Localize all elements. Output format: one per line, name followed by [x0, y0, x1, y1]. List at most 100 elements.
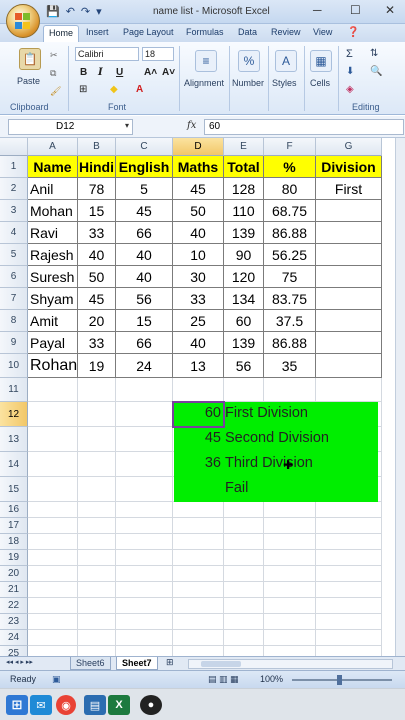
table-cell[interactable]: 30 — [173, 266, 224, 288]
cell[interactable] — [116, 502, 173, 518]
cell[interactable] — [224, 566, 264, 582]
criteria-label[interactable]: Second Division — [225, 430, 329, 446]
cell[interactable] — [316, 550, 382, 566]
row-header-5[interactable]: 5 — [0, 244, 28, 266]
table-cell[interactable] — [316, 332, 382, 354]
table-cell[interactable]: 25 — [173, 310, 224, 332]
cell[interactable] — [28, 427, 78, 452]
column-header-g[interactable]: G — [316, 138, 382, 156]
chrome-icon[interactable]: ◉ — [56, 695, 76, 715]
cell[interactable] — [316, 502, 382, 518]
cell[interactable] — [116, 402, 173, 427]
cell[interactable] — [264, 582, 316, 598]
table-cell[interactable]: 66 — [116, 222, 173, 244]
tab-view[interactable]: View — [313, 27, 332, 37]
cell[interactable] — [316, 646, 382, 656]
cell[interactable] — [28, 646, 78, 656]
tab-review[interactable]: Review — [271, 27, 301, 37]
cell[interactable] — [28, 502, 78, 518]
table-header-cell[interactable]: Total — [224, 156, 264, 178]
cell[interactable] — [316, 614, 382, 630]
row-header-22[interactable]: 22 — [0, 598, 28, 614]
column-header-b[interactable]: B — [78, 138, 116, 156]
styles-button[interactable]: Styles — [272, 78, 297, 88]
italic-button[interactable]: I — [98, 67, 103, 78]
cell[interactable] — [116, 566, 173, 582]
table-cell[interactable]: 90 — [224, 244, 264, 266]
table-cell[interactable]: 86.88 — [264, 332, 316, 354]
table-header-cell[interactable]: Name — [28, 156, 78, 178]
select-all-corner[interactable] — [0, 138, 28, 156]
column-header-d[interactable]: D — [173, 138, 224, 156]
cell[interactable] — [116, 582, 173, 598]
table-cell[interactable] — [316, 288, 382, 310]
table-header-cell[interactable]: Hindi — [78, 156, 116, 178]
row-header-13[interactable]: 13 — [0, 427, 28, 452]
table-header-cell[interactable]: English — [116, 156, 173, 178]
windows-start-icon[interactable]: ⊞ — [6, 695, 28, 715]
row-header-10[interactable]: 10 — [0, 354, 28, 378]
row-header-17[interactable]: 17 — [0, 518, 28, 534]
row-header-8[interactable]: 8 — [0, 310, 28, 332]
table-header-cell[interactable]: Maths — [173, 156, 224, 178]
table-cell[interactable]: Rohan — [28, 354, 78, 378]
zoom-slider-thumb[interactable] — [337, 675, 342, 685]
mail-icon[interactable]: ✉ — [30, 695, 52, 715]
table-cell[interactable]: 33 — [173, 288, 224, 310]
cell[interactable] — [316, 598, 382, 614]
table-cell[interactable]: 56 — [116, 288, 173, 310]
excel-icon[interactable]: X — [108, 695, 130, 715]
cell[interactable] — [28, 598, 78, 614]
cell[interactable] — [173, 614, 224, 630]
row-header-20[interactable]: 20 — [0, 566, 28, 582]
row-header-16[interactable]: 16 — [0, 502, 28, 518]
cell[interactable] — [78, 477, 116, 502]
table-cell[interactable]: 24 — [116, 354, 173, 378]
table-cell[interactable]: 40 — [78, 244, 116, 266]
table-cell[interactable]: 33 — [78, 332, 116, 354]
cell[interactable] — [224, 646, 264, 656]
row-header-11[interactable]: 11 — [0, 378, 28, 402]
table-cell[interactable]: Mohan — [28, 200, 78, 222]
new-sheet-icon[interactable]: ⊞ — [166, 657, 174, 668]
cell[interactable] — [28, 452, 78, 477]
table-cell[interactable] — [316, 244, 382, 266]
cell[interactable] — [28, 477, 78, 502]
cell[interactable] — [264, 518, 316, 534]
cell[interactable] — [173, 598, 224, 614]
cell[interactable] — [264, 646, 316, 656]
alignment-button[interactable]: Alignment — [184, 78, 224, 88]
cell[interactable] — [224, 378, 264, 402]
table-cell[interactable]: 83.75 — [264, 288, 316, 310]
table-cell[interactable]: 60 — [224, 310, 264, 332]
table-cell[interactable]: 75 — [264, 266, 316, 288]
table-header-cell[interactable]: % — [264, 156, 316, 178]
cell[interactable] — [28, 518, 78, 534]
cell[interactable] — [28, 402, 78, 427]
table-cell[interactable]: Suresh — [28, 266, 78, 288]
chevron-down-icon[interactable]: ▾ — [125, 121, 129, 130]
table-cell[interactable]: 19 — [78, 354, 116, 378]
cell[interactable] — [173, 582, 224, 598]
column-header-a[interactable]: A — [28, 138, 78, 156]
column-header-f[interactable]: F — [264, 138, 316, 156]
cell[interactable] — [28, 550, 78, 566]
customize-qat-icon[interactable]: ▾ — [96, 5, 102, 19]
fill-icon[interactable]: ⬇ — [346, 66, 354, 77]
table-cell[interactable] — [316, 310, 382, 332]
cell[interactable] — [264, 534, 316, 550]
minimize-button[interactable]: ─ — [313, 3, 322, 17]
macro-record-icon[interactable]: ▣ — [52, 674, 61, 685]
table-cell[interactable]: Rajesh — [28, 244, 78, 266]
table-cell[interactable] — [316, 200, 382, 222]
row-header-24[interactable]: 24 — [0, 630, 28, 646]
row-header-18[interactable]: 18 — [0, 534, 28, 550]
cell[interactable] — [116, 518, 173, 534]
cell[interactable] — [78, 427, 116, 452]
table-cell[interactable]: 40 — [173, 222, 224, 244]
name-box[interactable]: D12 ▾ — [8, 119, 133, 135]
cell[interactable] — [173, 646, 224, 656]
cell[interactable] — [116, 477, 173, 502]
autosum-icon[interactable]: Σ — [346, 48, 353, 60]
table-cell[interactable] — [316, 266, 382, 288]
